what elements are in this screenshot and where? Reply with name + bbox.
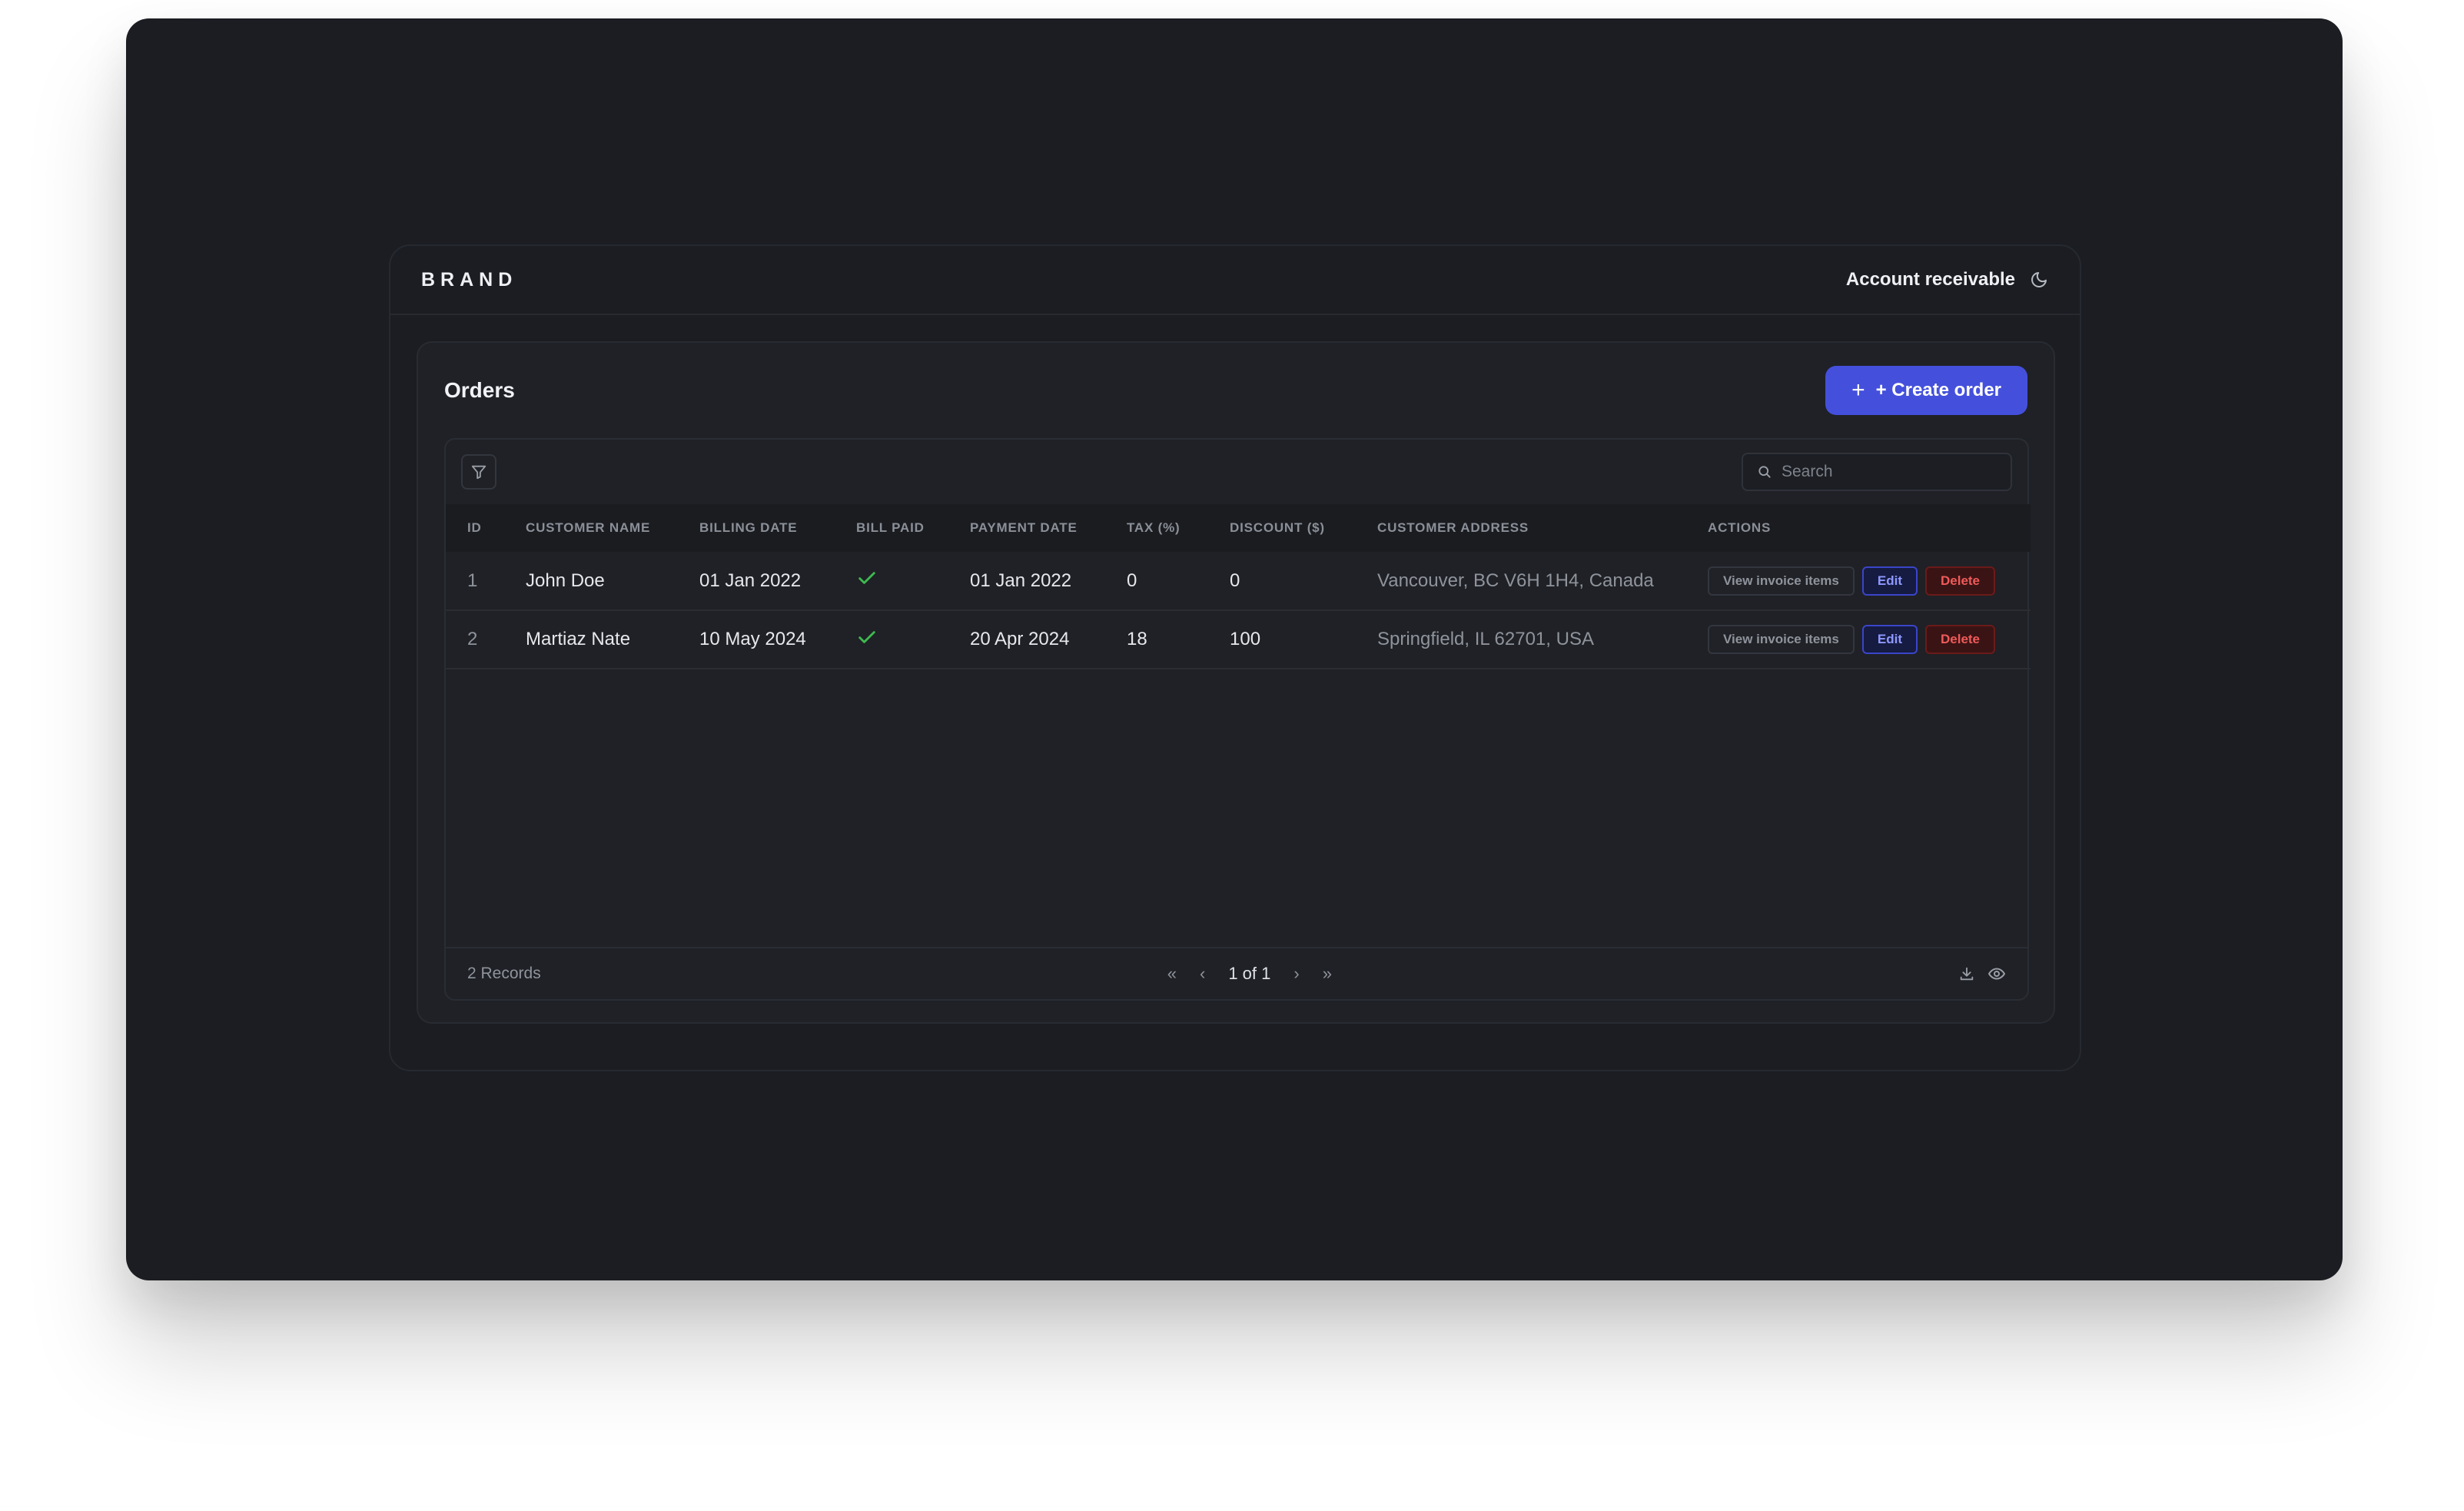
last-page-button[interactable]: » [1323, 964, 1332, 984]
column-header-bill-paid[interactable]: BILL PAID [856, 504, 970, 552]
cell-bill-paid [856, 552, 970, 610]
cell-tax: 0 [1127, 570, 1137, 591]
brand-logo: BRAND [421, 268, 518, 291]
cell-billing-date: 10 May 2024 [699, 629, 806, 649]
plus-icon: + [1851, 377, 1865, 403]
cell-customer-address: Springfield, IL 62701, USA [1377, 629, 1594, 649]
column-header-discount[interactable]: DISCOUNT ($) [1230, 504, 1377, 552]
cell-discount: 0 [1230, 570, 1240, 591]
cell-customer-name: Martiaz Nate [526, 629, 631, 649]
orders-header: Orders + + Create order [418, 343, 2054, 438]
page-title: Orders [444, 378, 515, 402]
filter-button[interactable] [461, 454, 496, 490]
column-header-tax[interactable]: TAX (%) [1127, 504, 1230, 552]
view-invoice-items-button[interactable]: View invoice items [1708, 566, 1855, 596]
cell-discount: 100 [1230, 629, 1261, 649]
cell-payment-date: 01 Jan 2022 [970, 570, 1072, 591]
cell-bill-paid [856, 610, 970, 669]
column-header-id[interactable]: ID [446, 504, 526, 552]
first-page-button[interactable]: « [1167, 964, 1177, 984]
cell-tax: 18 [1127, 629, 1147, 649]
page-indicator: 1 of 1 [1228, 964, 1271, 983]
search-box[interactable] [1742, 453, 2012, 491]
orders-card: Orders + + Create order Search ID CUSTOM… [417, 341, 2055, 1024]
table-row[interactable]: 1 John Doe 01 Jan 2022 01 Jan 2022 0 0 V… [446, 552, 2031, 610]
edit-button[interactable]: Edit [1861, 566, 1918, 596]
top-bar-right: Account receivable [1846, 269, 2049, 291]
view-invoice-items-button[interactable]: View invoice items [1708, 625, 1855, 654]
eye-icon[interactable] [1987, 965, 2006, 983]
cell-billing-date: 01 Jan 2022 [699, 570, 802, 591]
search-icon [1758, 466, 1771, 478]
column-header-actions: ACTIONS [1708, 520, 1772, 535]
prev-page-button[interactable]: ‹ [1200, 964, 1205, 984]
delete-button[interactable]: Delete [1924, 625, 1996, 654]
create-order-label: + Create order [1875, 380, 2001, 400]
account-receivable-link[interactable]: Account receivable [1846, 269, 2015, 291]
column-header-customer-address[interactable]: CUSTOMER ADDRESS [1377, 504, 1708, 552]
app-window: BRAND Account receivable Orders + + Crea… [126, 18, 2343, 1280]
app-shell: BRAND Account receivable Orders + + Crea… [389, 244, 2081, 1071]
table-header-row: ID CUSTOMER NAME BILLING DATE BILL PAID … [446, 504, 2031, 552]
orders-table: ID CUSTOMER NAME BILLING DATE BILL PAID … [446, 504, 2031, 669]
table-toolbar [446, 440, 2027, 504]
table-row[interactable]: 2 Martiaz Nate 10 May 2024 20 Apr 2024 1… [446, 610, 2031, 669]
delete-button[interactable]: Delete [1924, 566, 1996, 596]
column-header-customer-name[interactable]: CUSTOMER NAME [526, 504, 699, 552]
cell-actions: View invoice items Edit Delete [1708, 610, 2031, 669]
top-bar: BRAND Account receivable [390, 246, 2080, 315]
edit-button[interactable]: Edit [1861, 625, 1918, 654]
footer-tools [1958, 965, 2006, 983]
search-input[interactable] [1782, 463, 1997, 481]
checkmark-icon [858, 630, 875, 643]
cell-id: 1 [467, 570, 478, 591]
orders-table-panel: ID CUSTOMER NAME BILLING DATE BILL PAID … [444, 438, 2031, 1001]
cell-actions: View invoice items Edit Delete [1708, 552, 2031, 610]
cell-customer-address: Vancouver, BC V6H 1H4, Canada [1377, 570, 1654, 591]
records-count: 2 Records [467, 965, 541, 982]
table-footer: 2 Records « ‹ 1 of 1 › » [446, 947, 2027, 999]
column-header-payment-date[interactable]: PAYMENT DATE [970, 504, 1127, 552]
pagination: « ‹ 1 of 1 › » [1167, 964, 1332, 984]
moon-icon[interactable] [2029, 270, 2049, 290]
cell-customer-name: John Doe [526, 570, 605, 591]
filter-icon [471, 465, 486, 480]
create-order-button[interactable]: + + Create order [1825, 366, 2027, 415]
checkmark-icon [858, 572, 875, 584]
next-page-button[interactable]: › [1293, 964, 1299, 984]
column-header-billing-date[interactable]: BILLING DATE [699, 504, 856, 552]
cell-id: 2 [467, 629, 478, 649]
download-icon[interactable] [1958, 965, 1975, 982]
cell-payment-date: 20 Apr 2024 [970, 629, 1070, 649]
